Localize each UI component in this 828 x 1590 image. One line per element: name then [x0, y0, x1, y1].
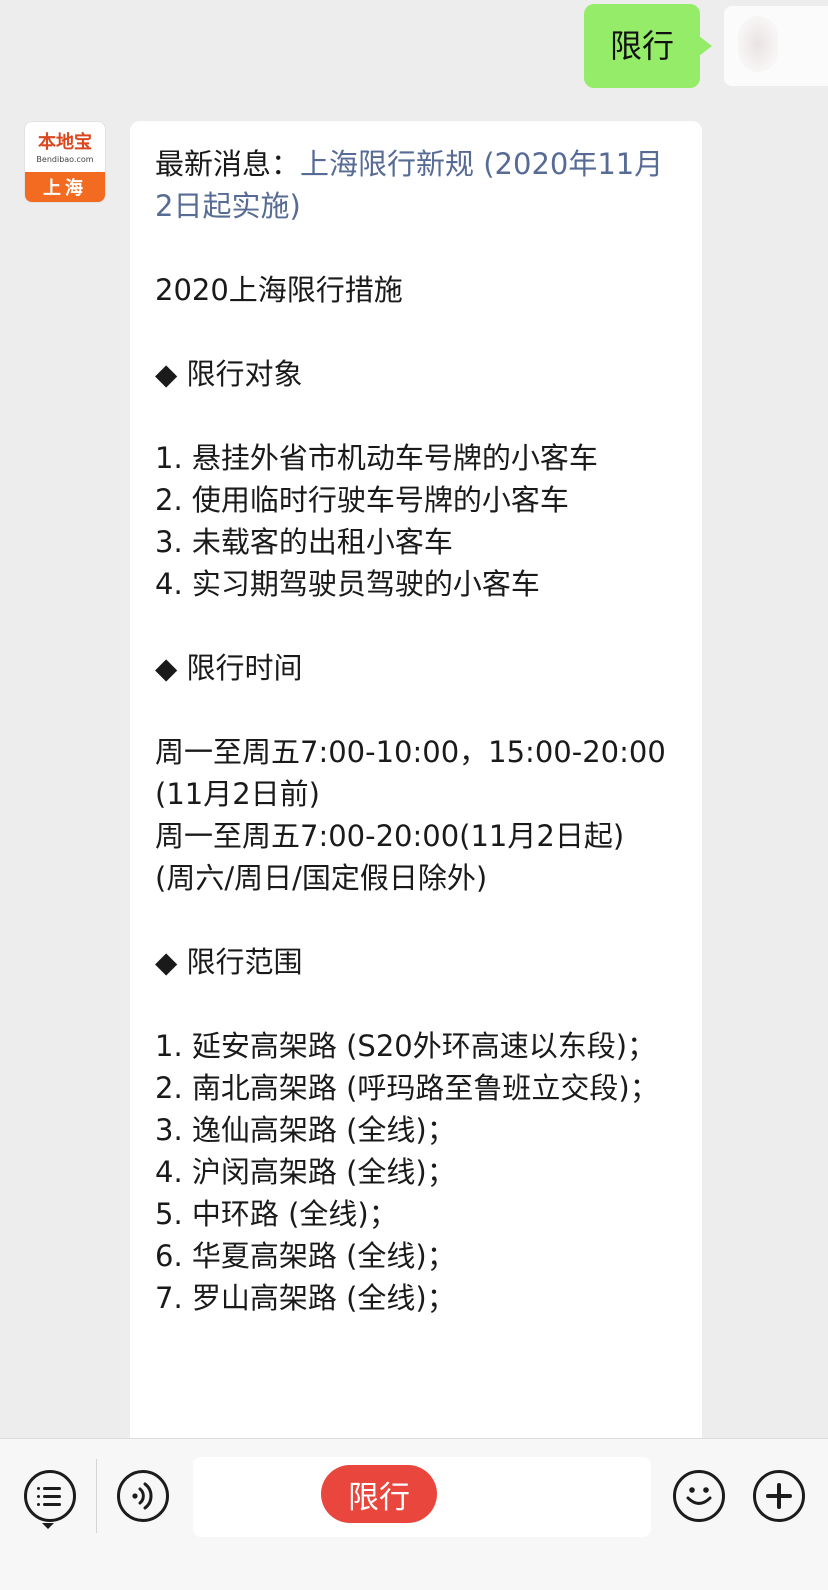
bendibao-avatar[interactable]: 本地宝 Bendibao.com 上海: [25, 122, 105, 202]
user-avatar[interactable]: [724, 6, 828, 86]
time-line: 周一至周五7:00-10:00，15:00-20:00(11月2日前): [155, 735, 666, 811]
scope-item: 6. 华夏高架路 (全线)；: [155, 1239, 456, 1273]
target-item: 2. 使用临时行驶车号牌的小客车: [155, 483, 569, 517]
section-heading-time: ◆ 限行时间: [155, 651, 303, 685]
scope-item: 7. 罗山高架路 (全线)；: [155, 1281, 456, 1315]
scope-item: 5. 中环路 (全线)；: [155, 1197, 398, 1231]
reply-title: 2020上海限行措施: [155, 273, 403, 307]
sent-message-text: 限行: [609, 27, 674, 65]
plus-icon[interactable]: [753, 1470, 805, 1522]
scope-item: 3. 逸仙高架路 (全线)；: [155, 1113, 456, 1147]
avatar-logo-text: 本地宝: [38, 132, 92, 153]
voice-icon[interactable]: [117, 1470, 169, 1522]
scope-item: 1. 延安高架路 (S20外环高速以东段)；: [155, 1029, 657, 1063]
latest-news-prefix: 最新消息：: [155, 147, 301, 181]
time-line: (周六/周日/国定假日除外): [155, 861, 488, 895]
scope-item: 4. 沪闵高架路 (全线)；: [155, 1155, 456, 1189]
avatar-logo-site: Bendibao.com: [36, 155, 94, 164]
list-menu-icon[interactable]: [24, 1470, 76, 1522]
section-heading-scope: ◆ 限行范围: [155, 945, 303, 979]
emoji-icon[interactable]: [673, 1470, 725, 1522]
target-item: 4. 实习期驾驶员驾驶的小客车: [155, 567, 540, 601]
avatar-logo-city: 上海: [25, 172, 105, 202]
toolbar-divider: [96, 1459, 97, 1533]
sent-message-bubble[interactable]: 限行: [583, 4, 713, 88]
input-keyword-chip[interactable]: 限行: [321, 1465, 437, 1523]
target-item: 1. 悬挂外省市机动车号牌的小客车: [155, 441, 598, 475]
time-line: 周一至周五7:00-20:00(11月2日起): [155, 819, 625, 853]
chat-input-bar: 限行: [0, 1438, 828, 1590]
target-item: 3. 未载客的出租小客车: [155, 525, 453, 559]
message-input[interactable]: 限行: [193, 1457, 651, 1537]
latest-news-line: 最新消息：上海限行新规 (2020年11月2日起实施): [155, 143, 678, 227]
reply-message-bubble[interactable]: 最新消息：上海限行新规 (2020年11月2日起实施) 2020上海限行措施 ◆…: [130, 121, 702, 1461]
scope-item: 2. 南北高架路 (呼玛路至鲁班立交段)；: [155, 1071, 659, 1105]
section-heading-targets: ◆ 限行对象: [155, 357, 303, 391]
menu-caret-icon: [42, 1523, 54, 1529]
